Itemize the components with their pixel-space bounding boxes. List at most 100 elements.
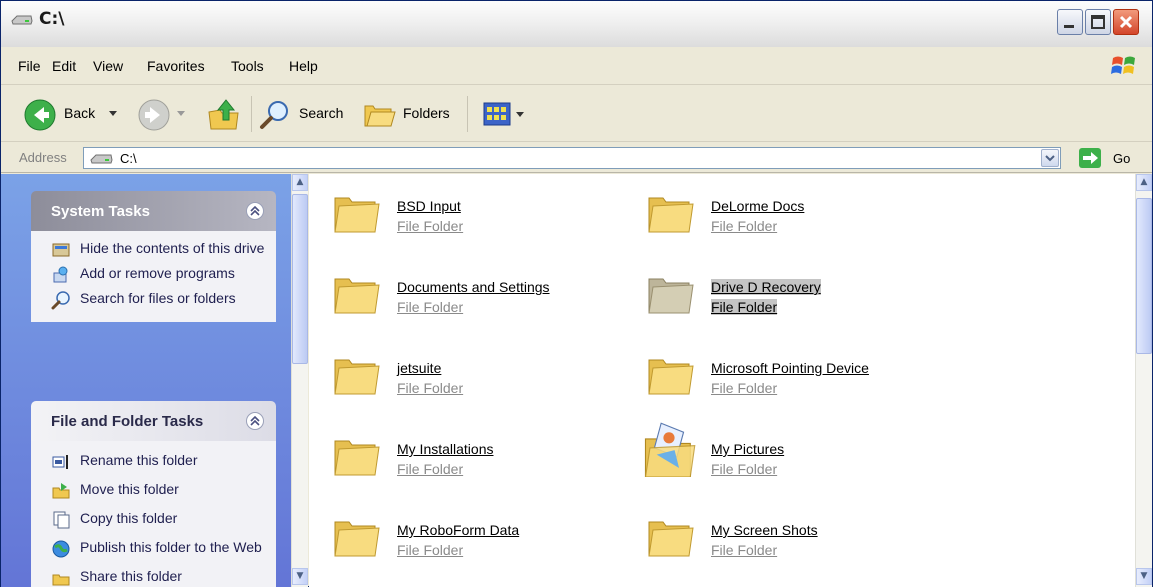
close-icon [1119, 15, 1133, 29]
list-item[interactable]: jetsuite File Folder [331, 344, 631, 406]
scroll-up-button[interactable]: ▲ [292, 174, 308, 191]
forward-arrow-icon [138, 99, 170, 131]
item-type: File Folder [397, 461, 464, 477]
task-label: Hide the contents of this drive [80, 240, 265, 256]
task-label: Add or remove programs [80, 265, 235, 281]
scroll-thumb[interactable] [1136, 198, 1152, 354]
list-item[interactable]: My RoboForm Data File Folder [331, 506, 631, 568]
task-pane: System Tasks Hide the contents of this d… [1, 174, 291, 587]
back-button[interactable]: Back [21, 96, 121, 132]
collapse-file-folder-tasks-button[interactable] [246, 412, 264, 430]
list-item[interactable]: My Screen Shots File Folder [645, 506, 945, 568]
menu-edit[interactable]: Edit [52, 58, 76, 74]
task-label: Publish this folder to the Web [80, 539, 262, 555]
item-type: File Folder [711, 542, 778, 558]
item-type: File Folder [711, 218, 778, 234]
forward-button[interactable] [135, 96, 185, 132]
chevron-down-icon [177, 111, 185, 116]
folder-icon [334, 278, 380, 314]
menu-favorites[interactable]: Favorites [147, 58, 205, 74]
scroll-up-button[interactable]: ▲ [1136, 174, 1152, 191]
views-icon [483, 102, 511, 126]
list-item[interactable]: My Installations File Folder [331, 425, 631, 487]
close-button[interactable] [1113, 9, 1139, 35]
list-item-selected[interactable]: Drive D Recovery File Folder [645, 263, 945, 325]
title-bar[interactable]: C:\ [1, 1, 1152, 47]
collapse-system-tasks-button[interactable] [246, 202, 264, 220]
hide-contents-icon [52, 243, 70, 257]
list-item[interactable]: DeLorme Docs File Folder [645, 182, 945, 244]
scroll-thumb[interactable] [292, 194, 308, 364]
maximize-button[interactable] [1085, 9, 1111, 35]
double-chevron-up-icon [250, 205, 260, 216]
file-folder-tasks-panel: File and Folder Tasks Rename this folder [31, 401, 276, 587]
item-type: File Folder [711, 461, 778, 477]
item-type: File Folder [711, 299, 778, 315]
menu-view[interactable]: View [93, 58, 123, 74]
task-move-folder[interactable]: Move this folder [45, 480, 270, 499]
windows-logo-icon [1111, 56, 1135, 74]
address-input[interactable]: C:\ [83, 147, 1061, 169]
item-name: My RoboForm Data [397, 522, 520, 538]
task-publish-web[interactable]: Publish this folder to the Web [45, 538, 270, 558]
task-copy-folder[interactable]: Copy this folder [45, 509, 270, 529]
toolbar: Back Search Folders [1, 86, 1152, 142]
task-label: Search for files or folders [80, 290, 236, 306]
system-tasks-panel: System Tasks Hide the contents of this d… [31, 191, 276, 322]
list-item[interactable]: Documents and Settings File Folder [331, 263, 631, 325]
item-type: File Folder [397, 218, 464, 234]
folder-icon [648, 278, 694, 314]
folder-icon [334, 440, 380, 476]
scroll-down-button[interactable]: ▼ [1136, 568, 1152, 585]
list-item[interactable]: My Pictures File Folder [644, 422, 945, 487]
pictures-folder-icon [644, 422, 696, 477]
views-button[interactable] [479, 98, 529, 130]
window-title: C:\ [39, 9, 65, 29]
address-label: Address [19, 150, 67, 165]
task-rename-folder[interactable]: Rename this folder [45, 451, 270, 469]
file-folder-tasks-header[interactable]: File and Folder Tasks [31, 401, 276, 441]
item-name: Drive D Recovery [711, 279, 821, 295]
system-tasks-header[interactable]: System Tasks [31, 191, 276, 231]
folder-icon [334, 521, 380, 557]
item-type: File Folder [711, 380, 778, 396]
back-arrow-icon [24, 99, 56, 131]
task-hide-contents[interactable]: Hide the contents of this drive [45, 239, 270, 257]
minimize-button[interactable] [1057, 9, 1083, 35]
file-list-scrollbar[interactable]: ▲ ▼ [1135, 174, 1152, 587]
search-button[interactable]: Search [257, 96, 353, 132]
copy-icon [53, 511, 70, 529]
list-item[interactable]: Microsoft Pointing Device File Folder [645, 344, 945, 406]
move-icon [52, 483, 70, 499]
folder-icon [648, 197, 694, 233]
list-item[interactable]: BSD Input File Folder [331, 182, 631, 244]
menu-file[interactable]: File [18, 58, 41, 74]
double-chevron-up-icon [250, 415, 260, 426]
up-folder-icon[interactable] [206, 96, 242, 132]
task-share-folder[interactable]: Share this folder [45, 567, 270, 586]
go-label: Go [1113, 151, 1131, 166]
folders-button[interactable]: Folders [361, 96, 461, 132]
system-tasks-title: System Tasks [51, 203, 150, 220]
menu-help[interactable]: Help [289, 58, 318, 74]
taskpane-scrollbar[interactable]: ▲ ▼ [291, 174, 308, 587]
explorer-window: C:\ File Edit View Favorites Tools Help [0, 0, 1153, 587]
publish-web-icon [52, 540, 70, 558]
go-arrow-icon [1079, 148, 1101, 168]
share-icon [52, 574, 70, 586]
scroll-down-button[interactable]: ▼ [292, 568, 308, 585]
item-type: File Folder [397, 380, 464, 396]
file-list: BSD Input File Folder DeLorme Docs File … [309, 174, 1152, 587]
item-name: My Installations [397, 441, 494, 457]
toolbar-separator [251, 96, 252, 132]
task-search-files[interactable]: Search for files or folders [45, 289, 270, 310]
maximize-icon [1091, 15, 1105, 29]
drive-icon [90, 154, 113, 164]
item-name: Microsoft Pointing Device [711, 360, 869, 376]
menu-tools[interactable]: Tools [231, 58, 264, 74]
folder-icon [648, 359, 694, 395]
address-value: C:\ [120, 151, 137, 166]
menu-bar: File Edit View Favorites Tools Help [1, 47, 1152, 85]
task-add-remove-programs[interactable]: Add or remove programs [45, 264, 270, 283]
address-dropdown-button[interactable] [1041, 149, 1059, 167]
